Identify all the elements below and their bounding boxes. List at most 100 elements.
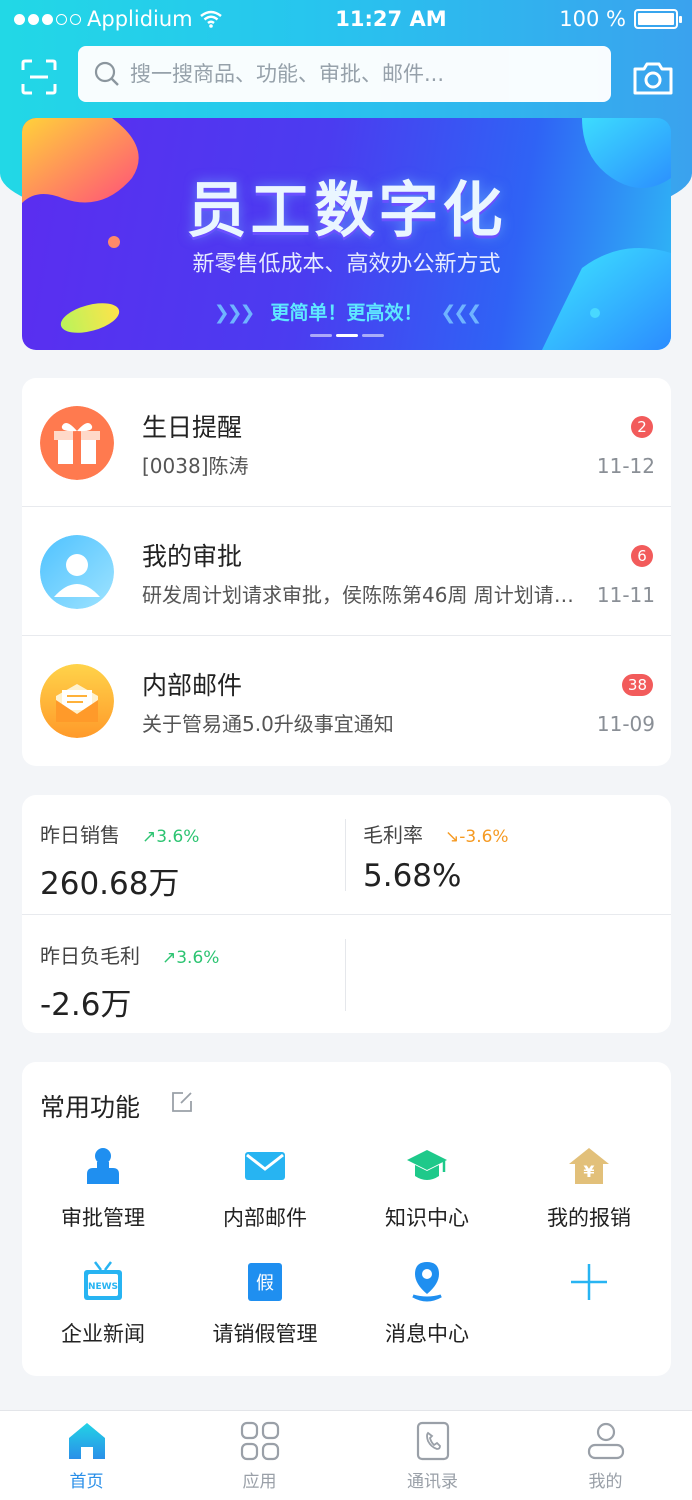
stat-value: -2.6万 (40, 987, 132, 1023)
reimbursement-icon: ¥ (569, 1148, 609, 1184)
unread-badge: 2 (631, 416, 653, 438)
carousel-dot[interactable] (310, 334, 332, 337)
gift-icon (40, 406, 114, 480)
news-icon: NEWS (84, 1261, 122, 1300)
message-date: 11-12 (596, 454, 655, 478)
stat-value: 260.68万 (40, 866, 180, 902)
banner-title: 员工数字化 (186, 176, 507, 246)
search-bar[interactable] (78, 46, 611, 102)
unread-badge: 6 (631, 545, 653, 567)
message-item-mail[interactable]: 内部邮件 关于管易通5.0升级事宜通知 38 11-09 (22, 636, 671, 765)
divider (345, 819, 346, 891)
function-label: 请销假管理 (212, 1322, 318, 1346)
home-icon (68, 1423, 105, 1459)
message-list: 生日提醒 [0038]陈涛 2 11-12 我的审批 研发周计划请求审批，侯陈陈… (22, 378, 671, 766)
leave-icon: 假 (248, 1263, 282, 1301)
function-label: 内部邮件 (223, 1206, 307, 1230)
stat-label: 毛利率 (363, 823, 423, 847)
stat-sales[interactable]: 昨日销售 ↗3.6% 260.68万 (40, 819, 199, 903)
message-title: 我的审批 (142, 542, 243, 571)
message-item-birthday[interactable]: 生日提醒 [0038]陈涛 2 11-12 (22, 378, 671, 507)
approval-icon (87, 1148, 119, 1184)
status-left: Applidium (14, 7, 223, 31)
function-label: 知识中心 (385, 1206, 469, 1230)
carousel-indicator (310, 334, 384, 337)
banner-tagline-row: ❯❯❯ 更简单！更高效！ ❮❮❮ (22, 298, 671, 325)
user-icon (40, 535, 114, 609)
carousel-dot[interactable] (362, 334, 384, 337)
status-bar: Applidium 11:27 AM 100 % (0, 0, 692, 38)
camera-icon[interactable] (632, 60, 674, 96)
function-label: 我的报销 (547, 1206, 631, 1230)
mail-icon (245, 1152, 285, 1180)
function-label: 消息中心 (385, 1322, 469, 1346)
stat-trend: ↗3.6% (162, 948, 220, 968)
stat-trend: ↗3.6% (142, 827, 200, 847)
stat-label: 昨日销售 (40, 823, 120, 847)
tab-label: 首页 (69, 1472, 104, 1492)
wifi-icon (199, 10, 222, 28)
location-pin-icon (412, 1262, 442, 1302)
contacts-icon (416, 1421, 449, 1461)
mail-icon (40, 664, 114, 738)
function-messages[interactable]: 消息中心 (346, 1260, 508, 1348)
plus-icon (571, 1264, 607, 1300)
top-row (0, 46, 692, 102)
svg-text:假: 假 (256, 1273, 274, 1294)
svg-text:NEWS: NEWS (88, 1282, 118, 1292)
tab-apps[interactable]: 应用 (173, 1411, 346, 1500)
promo-banner[interactable]: 员工数字化 新零售低成本、高效办公新方式 ❯❯❯ 更简单！更高效！ ❮❮❮ (22, 118, 671, 350)
stats-card: 昨日销售 ↗3.6% 260.68万 毛利率 ↘-3.6% 5.68% 昨日负毛利 ↗… (22, 795, 671, 1033)
bottom-tab-bar: 首页 应用 通讯录 我的 (0, 1410, 692, 1500)
tab-me[interactable]: 我的 (519, 1411, 692, 1500)
function-reimbursement[interactable]: ¥ 我的报销 (508, 1144, 670, 1232)
message-title: 内部邮件 (142, 671, 243, 700)
function-mail[interactable]: 内部邮件 (184, 1144, 346, 1232)
search-icon (94, 61, 119, 86)
scan-icon[interactable] (20, 58, 58, 96)
svg-text:¥: ¥ (583, 1162, 594, 1181)
message-item-approval[interactable]: 我的审批 研发周计划请求审批，侯陈陈第46周 周计划请求审批 6 11-11 (22, 507, 671, 636)
common-functions: 常用功能 审批管理 内部邮件 知识中心 ¥ 我的报销 NEWS 企业新闻 假 请… (22, 1062, 671, 1376)
battery-percent: 100 % (559, 7, 626, 31)
section-title: 常用功能 (40, 1093, 141, 1122)
grid-icon (240, 1421, 279, 1461)
tab-home[interactable]: 首页 (0, 1411, 173, 1500)
battery-icon (633, 9, 682, 29)
carrier-label: Applidium (87, 7, 193, 31)
function-label: 企业新闻 (61, 1322, 145, 1346)
message-title: 生日提醒 (142, 413, 243, 442)
search-input[interactable] (130, 62, 611, 86)
divider (22, 914, 671, 915)
profile-icon (587, 1422, 624, 1460)
stat-negative-margin[interactable]: 昨日负毛利 ↗3.6% -2.6万 (40, 940, 219, 1024)
tab-contacts[interactable]: 通讯录 (346, 1411, 519, 1500)
message-date: 11-09 (596, 712, 655, 736)
function-approval[interactable]: 审批管理 (22, 1144, 184, 1232)
banner-tagline: 更简单！更高效！ (270, 302, 423, 324)
stat-gross-margin[interactable]: 毛利率 ↘-3.6% 5.68% (363, 819, 509, 894)
signal-icon (14, 13, 81, 25)
double-arrow-right-icon: ❯❯❯ (213, 302, 256, 324)
double-arrow-left-icon: ❮❮❮ (440, 302, 483, 324)
carousel-dot-active[interactable] (336, 334, 358, 337)
stat-label: 昨日负毛利 (40, 944, 140, 968)
banner-subtitle: 新零售低成本、高效办公新方式 (192, 252, 501, 277)
stat-value: 5.68% (363, 858, 462, 894)
add-function-button[interactable] (508, 1260, 670, 1304)
tab-label: 我的 (588, 1472, 623, 1492)
message-desc: 关于管易通5.0升级事宜通知 (142, 712, 394, 736)
tab-label: 应用 (242, 1472, 277, 1492)
message-desc: [0038]陈涛 (142, 454, 249, 478)
stat-trend: ↘-3.6% (445, 827, 509, 847)
function-knowledge[interactable]: 知识中心 (346, 1144, 508, 1232)
unread-badge: 38 (621, 674, 653, 696)
status-time: 11:27 AM (335, 7, 447, 31)
function-leave[interactable]: 假 请销假管理 (184, 1260, 346, 1348)
tab-label: 通讯录 (407, 1472, 458, 1492)
edit-icon[interactable] (170, 1090, 194, 1114)
message-date: 11-11 (596, 583, 655, 607)
graduation-cap-icon (407, 1150, 447, 1180)
function-news[interactable]: NEWS 企业新闻 (22, 1260, 184, 1348)
divider (345, 939, 346, 1011)
